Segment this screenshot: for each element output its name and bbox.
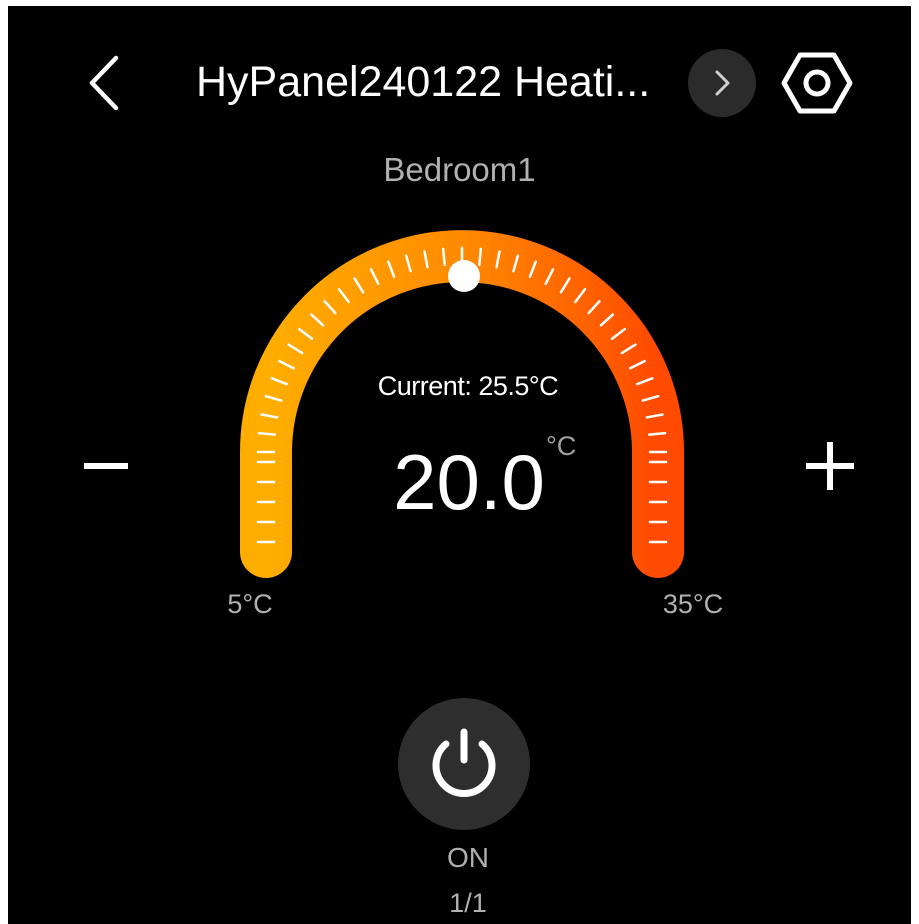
setpoint-value: 20.0: [393, 438, 545, 526]
power-button[interactable]: [398, 698, 530, 830]
decrease-button[interactable]: [70, 426, 150, 506]
setpoint-knob[interactable]: [448, 260, 480, 292]
power-state-label: ON: [447, 842, 489, 873]
gauge-tick: [478, 247, 483, 267]
gauge-tick: [647, 431, 667, 436]
gauge-tick: [441, 247, 446, 267]
max-temperature-label: 35°C: [662, 589, 724, 619]
min-temperature-label: 5°C: [227, 589, 273, 619]
page-indicator: 1/1: [449, 888, 487, 918]
power-icon: [432, 728, 496, 797]
gauge-tick: [257, 431, 277, 436]
increase-button[interactable]: [790, 426, 870, 506]
minus-icon: [84, 463, 128, 469]
plus-icon: [806, 442, 854, 490]
current-temperature: Current: 25.5°C: [377, 371, 559, 401]
thermostat-screen: HyPanel240122 Heati... Bedroom1 Current:…: [8, 6, 911, 924]
setpoint-unit: °C: [546, 431, 577, 461]
